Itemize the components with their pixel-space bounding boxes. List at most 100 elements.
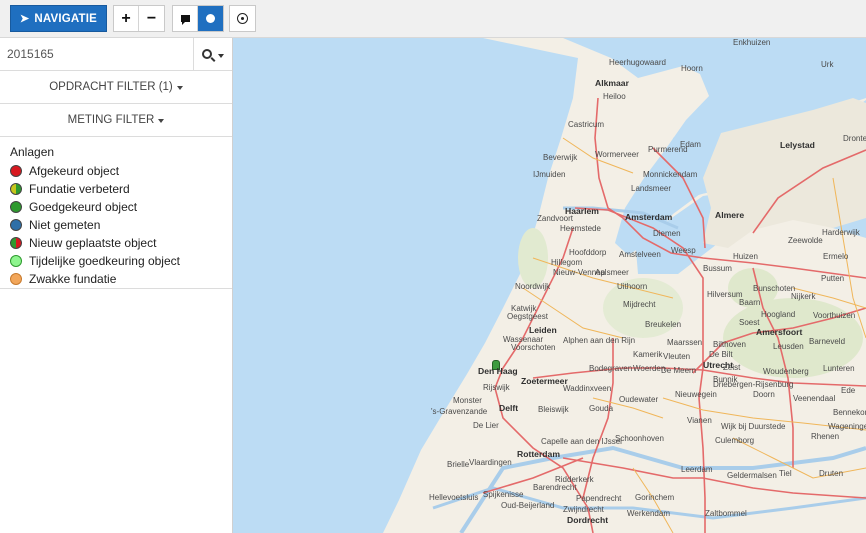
place-label: Bodegraven [589, 364, 633, 373]
meting-filter-dropdown[interactable]: METING FILTER [0, 104, 232, 137]
place-label: Lelystad [780, 140, 815, 150]
comment-icon [180, 15, 190, 25]
zoom-out-button[interactable]: − [139, 6, 164, 31]
place-label: Ermelo [823, 252, 849, 261]
place-label: Schoonhoven [615, 434, 664, 443]
place-label: Landsmeer [631, 184, 672, 193]
navigatie-label: NAVIGATIE [34, 12, 98, 25]
place-label: De Meern [661, 366, 697, 375]
place-label: Leusden [773, 342, 804, 351]
point-icon [206, 14, 215, 23]
place-label: Amsterdam [625, 212, 673, 222]
place-label: Woudenberg [763, 367, 809, 376]
place-label: Alphen aan den Rijn [563, 336, 636, 345]
place-label: Waddinxveen [563, 384, 612, 393]
place-label: Rotterdam [517, 449, 560, 459]
app-window: ➤ NAVIGATIE + − OPDRACHT FILTER (1) [0, 0, 866, 533]
legend: Anlagen Afgekeurd object Fundatie verbet… [0, 137, 232, 289]
place-label: Wormerveer [595, 150, 639, 159]
place-label: Bunnik [713, 375, 738, 384]
comment-mode-button[interactable] [173, 6, 198, 31]
place-label: Spijkenisse [483, 490, 524, 499]
sidebar: OPDRACHT FILTER (1) METING FILTER Anlage… [0, 38, 233, 533]
top-toolbar: ➤ NAVIGATIE + − [0, 0, 866, 38]
place-label: Bussum [703, 264, 732, 273]
map-mode-controls [172, 5, 224, 32]
place-label: Bennekom [833, 408, 866, 417]
place-label: Mijdrecht [623, 300, 656, 309]
place-label: Ridderkerk [555, 475, 594, 484]
orange-circle-icon [10, 273, 22, 285]
place-label: Huizen [733, 252, 758, 261]
place-label: Nijkerk [791, 292, 816, 301]
place-label: Wijk bij Duurstede [721, 422, 786, 431]
place-label: Gorinchem [635, 493, 675, 502]
navigatie-button[interactable]: ➤ NAVIGATIE [10, 5, 107, 32]
search-button[interactable] [193, 38, 232, 70]
place-label: Oud-Beijerland [501, 501, 555, 510]
place-label: Barendrecht [533, 483, 577, 492]
map-canvas[interactable]: Enkhuizen Heerhugowaard Hoorn Alkmaar He… [233, 38, 866, 533]
place-label: Vianen [687, 416, 712, 425]
opdracht-filter-dropdown[interactable]: OPDRACHT FILTER (1) [0, 71, 232, 104]
place-label: Wageningen [828, 422, 866, 431]
minus-icon: − [146, 9, 157, 27]
place-label: Zeist [723, 363, 741, 372]
place-label: Vleuten [663, 352, 691, 361]
place-label: Papendrecht [576, 494, 622, 503]
place-label: Enkhuizen [733, 38, 771, 47]
place-label: 's-Gravenzande [431, 407, 488, 416]
place-label: Harderwijk [822, 228, 860, 237]
zoom-in-button[interactable]: + [114, 6, 139, 31]
place-label: Zoetermeer [521, 376, 568, 386]
place-label: Hellevoetsluis [429, 493, 479, 502]
point-mode-button[interactable] [198, 6, 223, 31]
place-label: Hoofddorp [569, 248, 607, 257]
place-label: Culemborg [715, 436, 755, 445]
place-label: Maarssen [667, 338, 703, 347]
place-label: Zandvoort [537, 214, 574, 223]
place-label: Geldermalsen [727, 471, 777, 480]
place-label: Heiloo [603, 92, 626, 101]
plus-icon: + [121, 9, 131, 27]
place-label: Gouda [589, 404, 614, 413]
place-label: Monster [453, 396, 482, 405]
place-label: Castricum [568, 120, 605, 129]
place-label: Uithoorn [617, 282, 648, 291]
place-label: Voorthuizen [813, 311, 856, 320]
place-label: Brielle [447, 460, 470, 469]
place-label: Den Haag [478, 366, 518, 376]
place-label: Vlaardingen [469, 458, 512, 467]
meting-filter-label: METING FILTER [67, 114, 155, 126]
place-label: Heerhugowaard [609, 58, 666, 67]
place-label: Werkendam [627, 509, 670, 518]
place-label: Barneveld [809, 337, 846, 346]
legend-item: Nieuw geplaatste object [10, 234, 232, 252]
chevron-down-icon [218, 54, 224, 58]
place-label: Tiel [779, 469, 792, 478]
locate-button[interactable] [230, 6, 255, 31]
legend-item: Zwakke fundatie [10, 270, 232, 288]
place-label: Soest [739, 318, 760, 327]
place-label: Edam [680, 140, 701, 149]
legend-item: Niet gemeten [10, 216, 232, 234]
place-label: Amstelveen [619, 250, 661, 259]
place-label: Rhenen [811, 432, 840, 441]
opdracht-filter-label: OPDRACHT FILTER (1) [49, 81, 173, 93]
search-input[interactable] [0, 38, 194, 70]
place-label: Druten [819, 469, 844, 478]
place-label: Capelle aan den IJssel [541, 437, 622, 446]
place-label: Rijswijk [483, 383, 510, 392]
place-label: Heemstede [560, 224, 601, 233]
place-label: Weesp [671, 246, 696, 255]
locate-controls [229, 5, 256, 32]
place-label: Bleiswijk [538, 405, 569, 414]
half-green-red-circle-icon [10, 237, 22, 249]
place-label: Hillegom [551, 258, 583, 267]
place-label: IJmuiden [533, 170, 566, 179]
place-label: Leiden [529, 325, 557, 335]
legend-item: Fundatie verbeterd [10, 180, 232, 198]
target-icon [237, 13, 248, 24]
place-label: Monnickendam [643, 170, 698, 179]
place-label: Alkmaar [595, 78, 629, 88]
